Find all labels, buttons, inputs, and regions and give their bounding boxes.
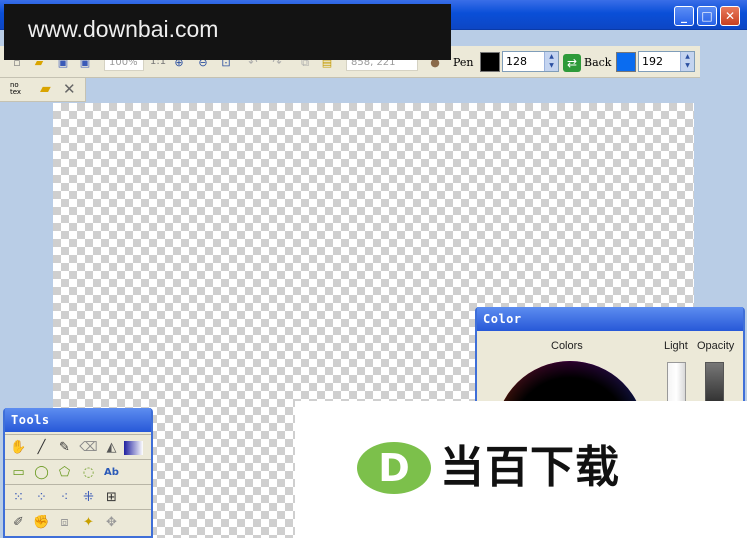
clone-tool-icon[interactable]: ⧈ — [55, 513, 74, 532]
back-color-swatch[interactable] — [616, 52, 636, 72]
transform-tool-icon[interactable]: ✥ — [102, 513, 121, 532]
smudge-tool-icon[interactable]: ✐ — [9, 513, 28, 532]
tool-row: ⁙ ⁘ ⁖ ⁜ ⊞ — [5, 484, 151, 509]
color-panel-title[interactable]: Color — [477, 307, 743, 331]
logo-watermark: D 当百下载 — [295, 401, 747, 538]
fill-tool-icon[interactable]: ◭ — [102, 438, 121, 457]
open-texture-icon[interactable]: ▰ — [40, 81, 51, 97]
back-label: Back — [584, 56, 612, 69]
colors-label: Colors — [551, 340, 583, 352]
no-texture-button[interactable]: no tex — [10, 82, 21, 96]
remove-texture-icon[interactable]: ✕ — [63, 80, 76, 98]
tool-row: ✐ ✊ ⧈ ✦ ✥ — [5, 509, 151, 534]
move-tool-icon[interactable]: ✊ — [32, 513, 51, 532]
magic-wand-select-tool-icon[interactable]: ⁜ — [79, 488, 98, 507]
maximize-button[interactable]: □ — [697, 6, 717, 26]
tools-panel: Tools ✋ ╱ ✎ ⌫ ◭ ▭ ◯ ⬠ ◌ Ab ⁙ ⁘ ⁖ ⁜ ⊞ ✐ ✊… — [3, 408, 153, 538]
ellipse-tool-icon[interactable]: ◯ — [32, 463, 51, 482]
magic-wand-icon[interactable]: ✦ — [79, 513, 98, 532]
tools-panel-title[interactable]: Tools — [5, 408, 151, 432]
hand-tool-icon[interactable]: ✋ — [9, 438, 28, 457]
pen-label: Pen — [453, 56, 474, 69]
pen-color-swatch[interactable] — [480, 52, 500, 72]
gradient-tool-icon[interactable] — [124, 441, 143, 455]
text-tool-icon[interactable]: Ab — [102, 463, 121, 482]
pen-value: 128 — [506, 55, 527, 68]
light-label: Light — [664, 340, 688, 352]
minimize-button[interactable]: _ — [674, 6, 694, 26]
spinner-arrows-icon[interactable]: ▲ ▼ — [544, 52, 558, 71]
ellipse-select-tool-icon[interactable]: ⁘ — [32, 488, 51, 507]
close-button[interactable]: ✕ — [720, 6, 740, 26]
rectangle-tool-icon[interactable]: ▭ — [9, 463, 28, 482]
spinner-arrows-icon[interactable]: ▲ ▼ — [680, 52, 694, 71]
logo-text: 当百下载 — [440, 442, 620, 493]
logo-letter: D — [378, 446, 410, 490]
polygon-tool-icon[interactable]: ⬠ — [55, 463, 74, 482]
opacity-label: Opacity — [697, 340, 735, 352]
tool-row: ✋ ╱ ✎ ⌫ ◭ — [5, 434, 151, 459]
texture-toolbar: no tex ▰ ✕ — [0, 78, 86, 102]
lasso-select-tool-icon[interactable]: ⁖ — [55, 488, 74, 507]
eyedropper-tool-icon[interactable]: ✎ — [55, 438, 74, 457]
watermark-banner: www.downbai.com — [4, 4, 451, 60]
pen-value-spinner[interactable]: 128 ▲ ▼ — [502, 51, 559, 72]
swap-colors-icon[interactable]: ⇄ — [563, 54, 581, 72]
rect-select-tool-icon[interactable]: ⁙ — [9, 488, 28, 507]
pen-tool-icon[interactable]: ╱ — [32, 438, 51, 457]
eraser-tool-icon[interactable]: ⌫ — [79, 438, 98, 457]
lasso-shape-tool-icon[interactable]: ◌ — [79, 463, 98, 482]
crop-tool-icon[interactable]: ⊞ — [102, 488, 121, 507]
back-value: 192 — [642, 55, 663, 68]
back-value-spinner[interactable]: 192 ▲ ▼ — [638, 51, 695, 72]
tool-row: ▭ ◯ ⬠ ◌ Ab — [5, 459, 151, 484]
